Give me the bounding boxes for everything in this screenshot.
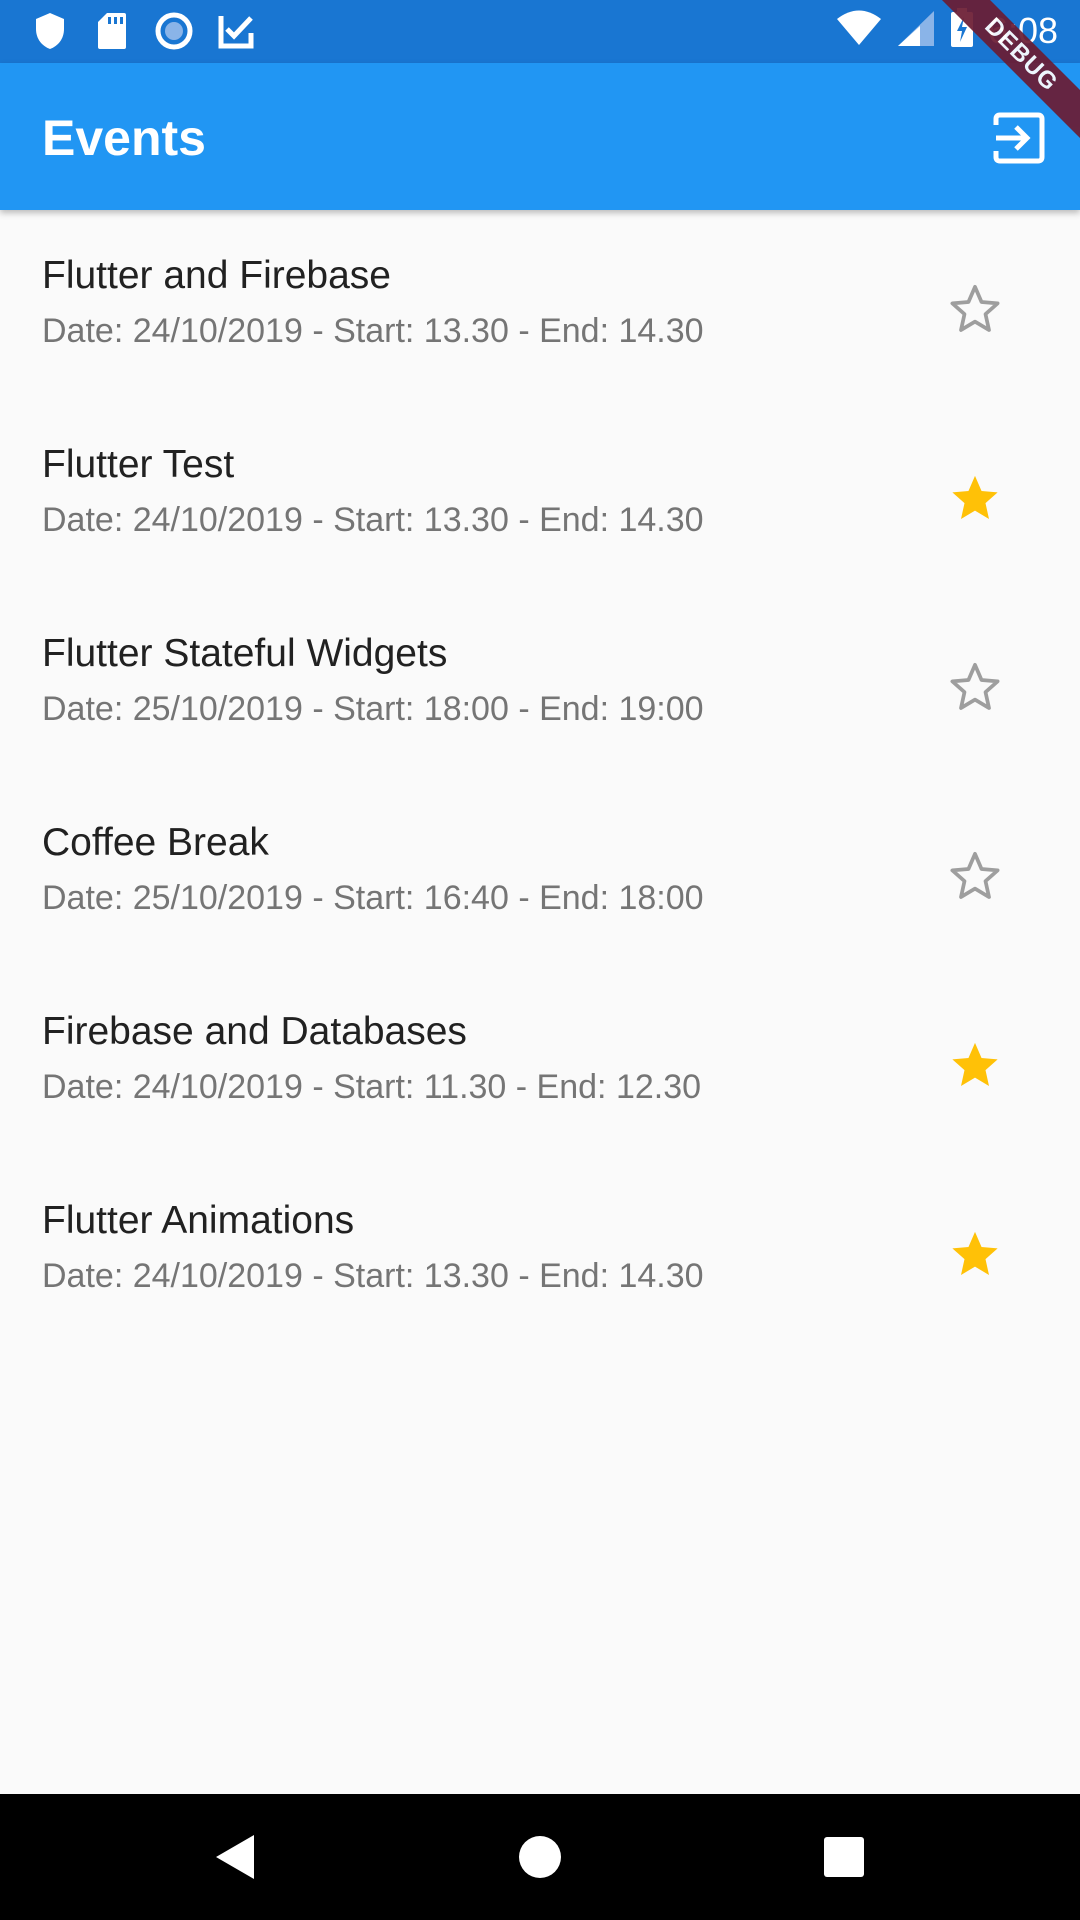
- list-item[interactable]: Coffee Break Date: 25/10/2019 - Start: 1…: [0, 777, 1080, 966]
- event-title: Firebase and Databases: [42, 1010, 467, 1053]
- back-button[interactable]: [206, 1827, 266, 1887]
- signal-icon: [896, 9, 936, 52]
- event-subtitle: Date: 24/10/2019 - Start: 13.30 - End: 1…: [42, 1257, 704, 1295]
- favorite-button[interactable]: [944, 656, 1006, 718]
- event-subtitle: Date: 24/10/2019 - Start: 13.30 - End: 1…: [42, 312, 704, 350]
- event-title: Flutter Animations: [42, 1199, 355, 1242]
- favorite-button[interactable]: [944, 1034, 1006, 1096]
- event-subtitle: Date: 25/10/2019 - Start: 18:00 - End: 1…: [42, 690, 704, 728]
- favorite-button[interactable]: [944, 467, 1006, 529]
- favorite-button[interactable]: [944, 1223, 1006, 1285]
- app-bar: Events: [0, 63, 1080, 210]
- radio-icon: [154, 10, 194, 52]
- favorite-button[interactable]: [944, 278, 1006, 340]
- event-subtitle: Date: 24/10/2019 - Start: 13.30 - End: 1…: [42, 501, 704, 539]
- logout-button[interactable]: [990, 109, 1048, 167]
- star-outline-icon: [950, 662, 1000, 710]
- recents-icon: [824, 1837, 864, 1877]
- home-icon: [519, 1836, 561, 1878]
- event-title: Flutter and Firebase: [42, 254, 392, 297]
- exit-to-app-icon: [993, 112, 1045, 164]
- star-filled-icon: [952, 1231, 998, 1275]
- sd-card-icon: [92, 10, 132, 52]
- event-subtitle: Date: 25/10/2019 - Start: 16:40 - End: 1…: [42, 879, 704, 917]
- status-clock: 6:08: [987, 9, 1058, 51]
- star-filled-icon: [952, 475, 998, 519]
- event-subtitle: Date: 24/10/2019 - Start: 11.30 - End: 1…: [42, 1068, 702, 1106]
- list-item[interactable]: Flutter Test Date: 24/10/2019 - Start: 1…: [0, 399, 1080, 588]
- list-item[interactable]: Flutter and Firebase Date: 24/10/2019 - …: [0, 210, 1080, 399]
- star-outline-icon: [950, 284, 1000, 332]
- wifi-icon: [836, 10, 882, 51]
- battery-charging-icon: [950, 8, 974, 53]
- checkbox-app-icon: [216, 10, 256, 52]
- star-outline-icon: [950, 851, 1000, 899]
- recents-button[interactable]: [814, 1827, 874, 1887]
- home-button[interactable]: [510, 1827, 570, 1887]
- event-title: Coffee Break: [42, 821, 269, 864]
- favorite-button[interactable]: [944, 845, 1006, 907]
- shield-icon: [30, 10, 70, 52]
- event-title: Flutter Stateful Widgets: [42, 632, 448, 675]
- list-item[interactable]: Firebase and Databases Date: 24/10/2019 …: [0, 966, 1080, 1155]
- navigation-bar: [0, 1794, 1080, 1920]
- event-title: Flutter Test: [42, 443, 235, 486]
- star-filled-icon: [952, 1042, 998, 1086]
- list-item[interactable]: Flutter Animations Date: 24/10/2019 - St…: [0, 1155, 1080, 1344]
- list-item[interactable]: Flutter Stateful Widgets Date: 25/10/201…: [0, 588, 1080, 777]
- status-notification-icons: [30, 10, 256, 52]
- page-title: Events: [42, 110, 206, 166]
- back-icon: [216, 1835, 254, 1879]
- event-list: Flutter and Firebase Date: 24/10/2019 - …: [0, 210, 1080, 1344]
- status-system-icons: 6:08: [836, 8, 1058, 53]
- status-bar: 6:08: [0, 0, 1080, 63]
